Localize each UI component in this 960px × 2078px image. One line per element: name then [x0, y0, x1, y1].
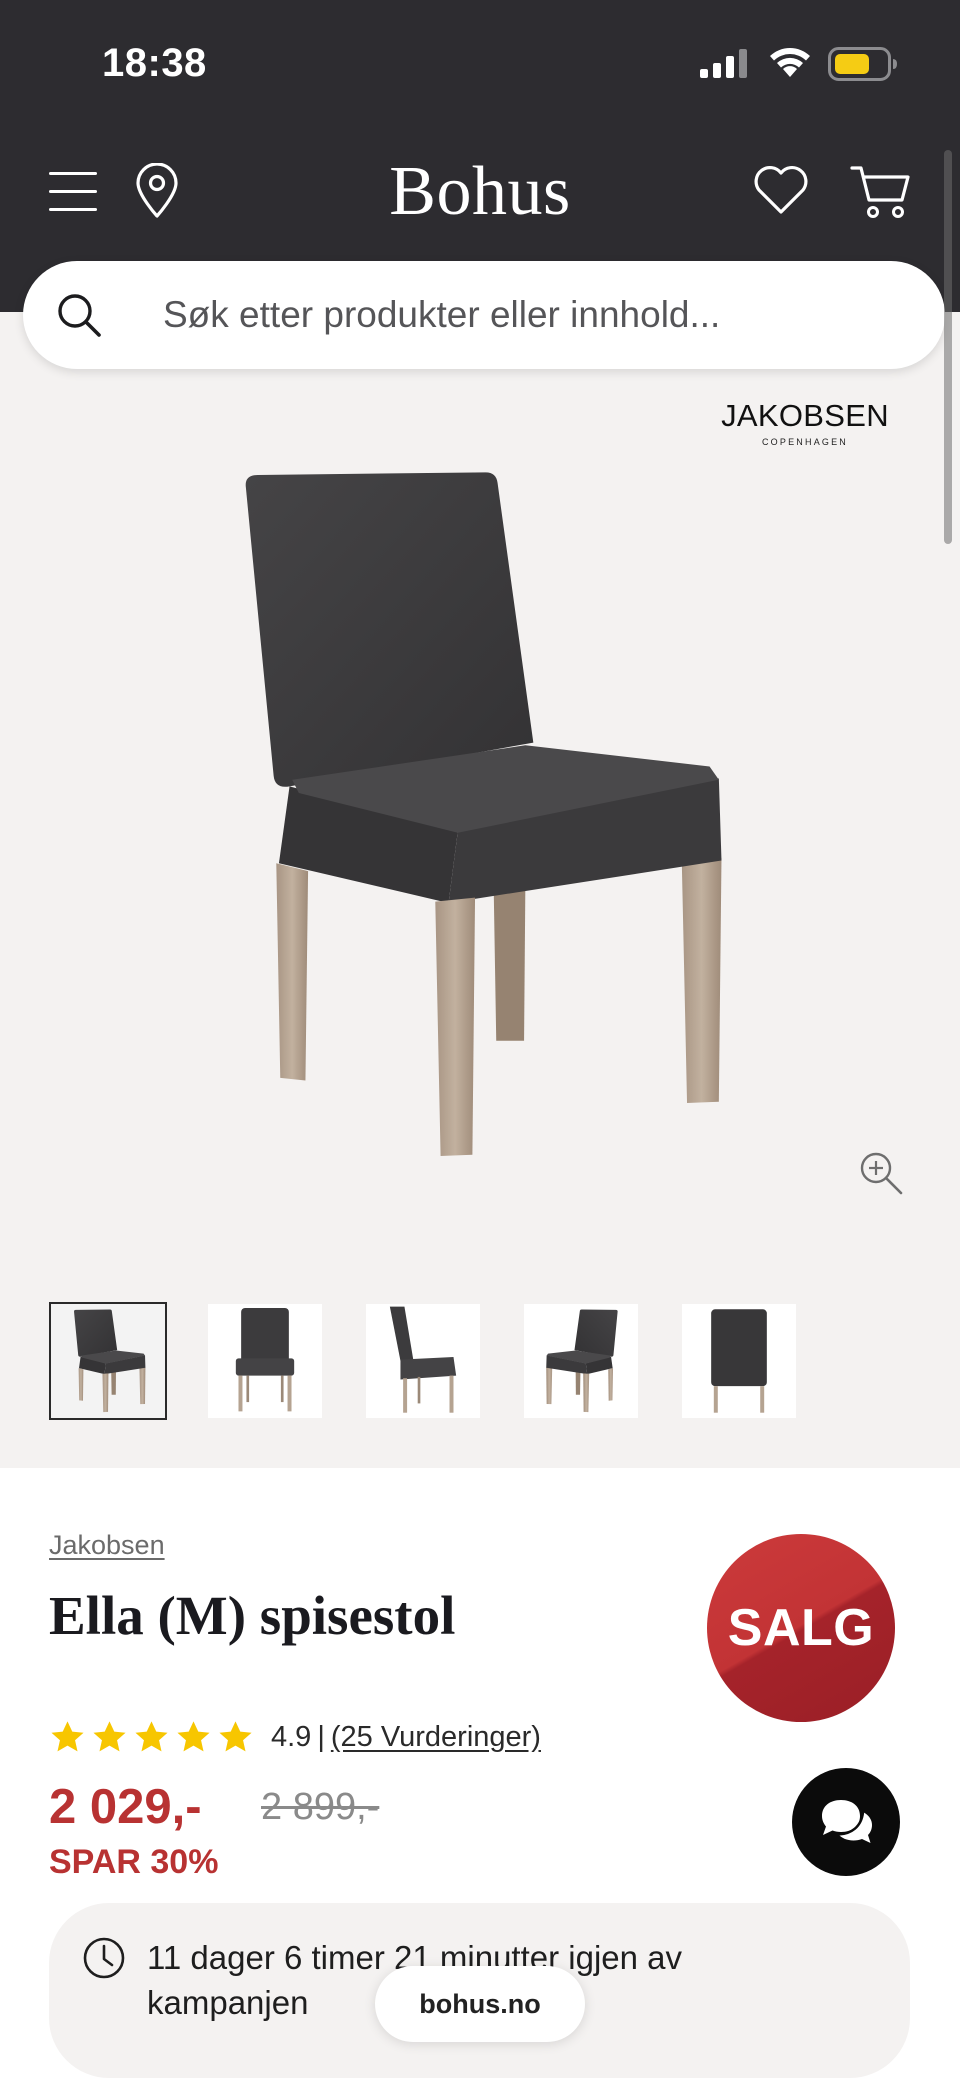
star-icon — [51, 1720, 84, 1751]
clock-icon — [83, 1937, 125, 1979]
chat-icon — [822, 1800, 872, 1843]
product-brand-link[interactable]: Jakobsen — [49, 1528, 165, 1562]
chat-button[interactable] — [792, 1768, 900, 1876]
location-pin-icon[interactable] — [134, 163, 180, 219]
brand-logo: JAKOBSEN COPENHAGEN — [700, 398, 910, 448]
search-icon[interactable] — [56, 292, 102, 338]
current-price: 2 029,- — [49, 1780, 202, 1834]
menu-button[interactable] — [46, 166, 100, 218]
product-rating: 4.9 | (25 Vurderinger) — [49, 1716, 541, 1758]
browser-url-pill[interactable]: bohus.no — [375, 1966, 585, 2042]
thumbnail-3[interactable] — [366, 1304, 480, 1418]
thumbnail-2[interactable] — [208, 1304, 322, 1418]
rating-stars — [49, 1719, 254, 1756]
status-time: 18:38 — [102, 41, 207, 85]
reviews-link[interactable]: (25 Vurderinger) — [331, 1721, 541, 1754]
brand-logo-name: JAKOBSEN — [721, 398, 889, 433]
star-icon — [219, 1720, 252, 1751]
rating-separator: | — [317, 1720, 325, 1753]
zoom-in-icon[interactable] — [857, 1149, 905, 1197]
search-input[interactable] — [163, 261, 903, 369]
saving-label: SPAR 30% — [49, 1843, 219, 1881]
star-icon — [177, 1720, 210, 1751]
rating-value: 4.9 — [271, 1720, 312, 1753]
wifi-icon — [770, 48, 810, 77]
brand-logo-sub: COPENHAGEN — [761, 437, 848, 447]
thumbnail-1[interactable] — [49, 1302, 167, 1420]
signal-icon — [700, 49, 747, 78]
product-image[interactable] — [239, 471, 723, 1160]
menu-icon-line — [49, 208, 97, 211]
heart-icon[interactable] — [752, 164, 810, 216]
star-icon — [93, 1720, 126, 1751]
store-logo[interactable]: Bohus — [330, 152, 630, 232]
menu-icon-line — [49, 172, 97, 175]
battery-icon — [828, 47, 897, 81]
product-title: Ella (M) spisestol — [49, 1585, 456, 1646]
page-scrollbar[interactable] — [944, 150, 952, 544]
cart-icon[interactable] — [850, 162, 912, 220]
menu-icon-line — [49, 190, 97, 193]
star-icon — [135, 1720, 168, 1751]
thumbnail-4[interactable] — [524, 1304, 638, 1418]
sale-badge: SALG — [707, 1534, 895, 1722]
search-bar[interactable] — [23, 261, 945, 369]
thumbnail-5[interactable] — [682, 1304, 796, 1418]
original-price: 2 899,- — [261, 1786, 380, 1828]
